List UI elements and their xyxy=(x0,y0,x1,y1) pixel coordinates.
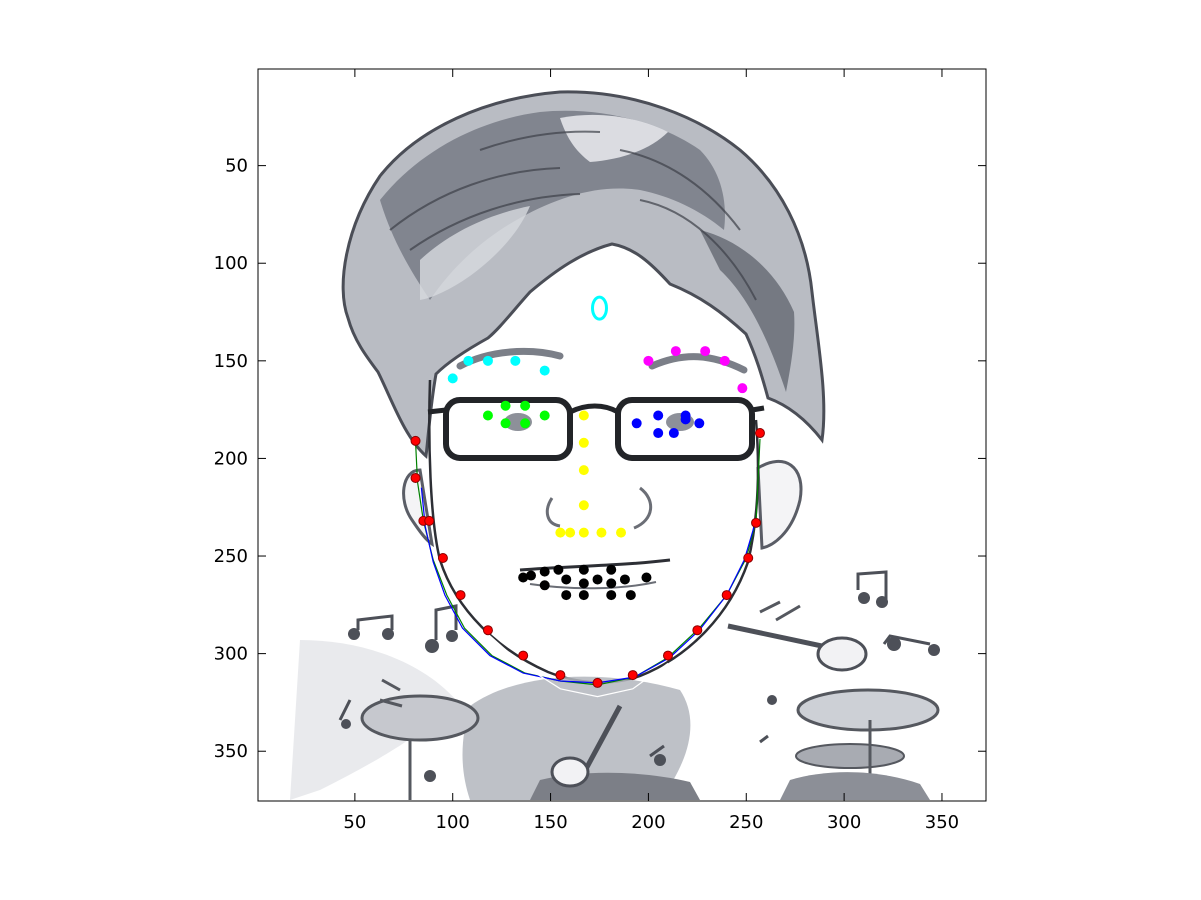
landmark-point xyxy=(447,373,458,384)
landmark-point xyxy=(437,552,448,563)
landmark-point xyxy=(625,590,636,601)
landmark-point xyxy=(631,418,642,429)
x-tick-label: 200 xyxy=(631,812,665,833)
landmark-point xyxy=(653,410,664,421)
y-tick-label: 250 xyxy=(214,546,248,567)
landmark-point xyxy=(619,574,630,585)
landmark-point xyxy=(743,552,754,563)
landmark-point xyxy=(520,418,531,429)
landmark-point xyxy=(578,578,589,589)
landmark-point xyxy=(410,435,421,446)
landmark-point xyxy=(606,564,617,575)
landmark-point xyxy=(721,590,732,601)
y-tick-label: 150 xyxy=(214,351,248,372)
landmark-point xyxy=(561,590,572,601)
landmark-point xyxy=(539,410,550,421)
landmark-point xyxy=(539,365,550,376)
x-tick-label: 50 xyxy=(343,812,366,833)
landmark-point xyxy=(424,515,435,526)
landmark-point xyxy=(482,355,493,366)
landmark-point xyxy=(410,472,421,483)
landmark-point xyxy=(463,355,474,366)
landmark-point xyxy=(754,428,765,439)
landmark-point xyxy=(455,590,466,601)
landmark-point xyxy=(578,564,589,575)
y-tick-label: 350 xyxy=(214,741,248,762)
x-tick-label: 300 xyxy=(827,812,861,833)
landmark-point xyxy=(692,625,703,636)
landmark-point xyxy=(553,564,564,575)
landmark-point xyxy=(539,566,550,577)
landmark-point xyxy=(555,670,566,681)
landmark-point xyxy=(578,465,589,476)
landmark-point xyxy=(578,527,589,538)
landmark-point xyxy=(641,572,652,583)
x-tick-label: 350 xyxy=(925,812,959,833)
landmark-point xyxy=(643,355,654,366)
landmark-point xyxy=(526,570,536,581)
x-tick-label: 100 xyxy=(436,812,470,833)
y-tick-label: 100 xyxy=(214,253,248,274)
landmark-point xyxy=(578,437,589,448)
figure: 50 100 150 200 250 300 350 50 100 150 200 250 300 35… xyxy=(214,68,987,833)
landmark-point xyxy=(668,428,679,439)
landmark-point xyxy=(555,527,566,538)
landmark-point xyxy=(700,346,711,357)
landmark-point xyxy=(616,527,627,538)
landmark-point xyxy=(500,400,511,411)
landmark-point xyxy=(751,517,762,528)
landmark-point xyxy=(653,428,664,439)
landmark-point xyxy=(482,410,493,421)
landmark-point xyxy=(606,578,617,589)
landmark-point xyxy=(500,418,511,429)
x-tick-label: 250 xyxy=(729,812,763,833)
landmark-point xyxy=(606,590,617,601)
landmark-point xyxy=(578,500,589,511)
landmark-point xyxy=(578,410,589,421)
landmark-point xyxy=(539,580,550,591)
plot-area xyxy=(258,69,986,801)
landmark-point xyxy=(592,677,603,688)
landmark-point xyxy=(565,527,576,538)
landmark-point xyxy=(694,418,705,429)
landmark-point xyxy=(510,355,521,366)
landmark-point xyxy=(578,590,589,601)
landmark-point xyxy=(719,355,730,366)
y-tick-label: 50 xyxy=(225,156,248,177)
landmark-point xyxy=(561,574,572,585)
landmark-point xyxy=(627,670,638,681)
landmark-point xyxy=(518,650,529,661)
landmark-point xyxy=(596,527,607,538)
landmark-point xyxy=(520,400,531,411)
y-tick-label: 200 xyxy=(214,448,248,469)
landmark-point xyxy=(662,650,673,661)
landmark-point xyxy=(680,414,691,425)
x-tick-label: 150 xyxy=(533,812,567,833)
landmark-point xyxy=(737,383,748,394)
landmark-point xyxy=(592,574,603,585)
landmark-point xyxy=(670,346,681,357)
landmark-point xyxy=(482,625,493,636)
y-tick-label: 300 xyxy=(214,644,248,665)
